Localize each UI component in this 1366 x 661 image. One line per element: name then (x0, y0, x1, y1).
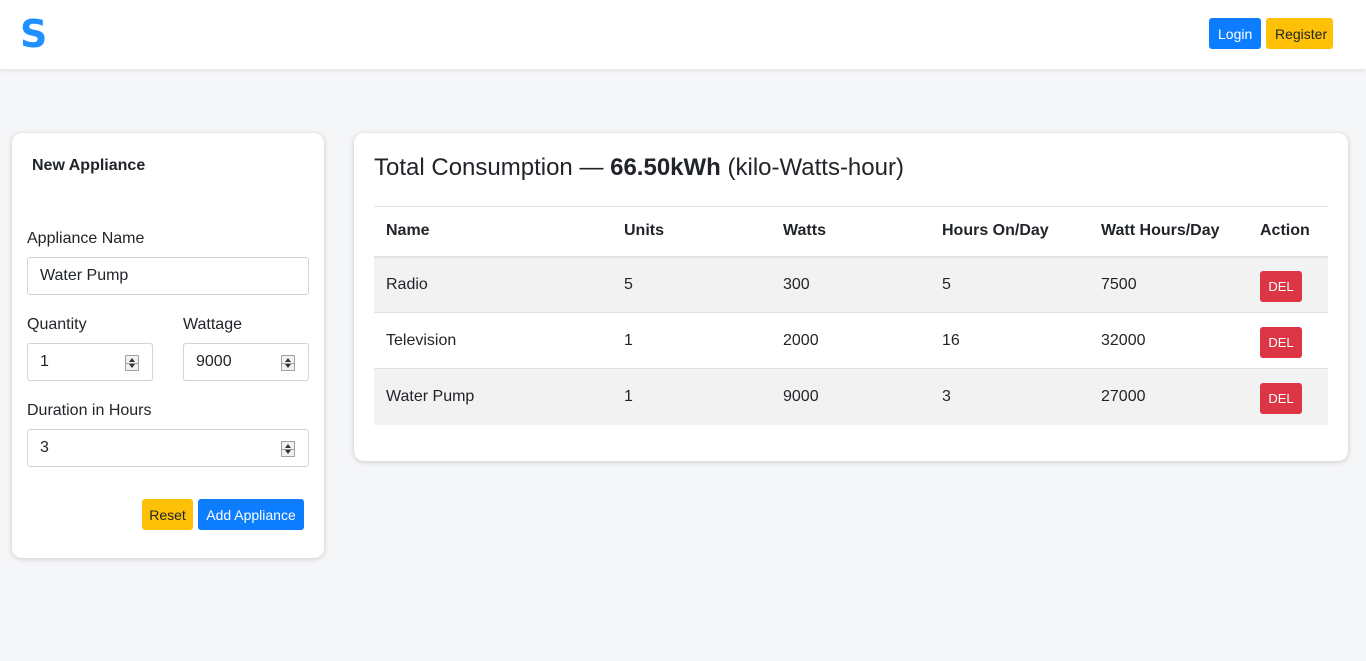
register-button[interactable]: Register (1266, 18, 1333, 49)
wattage-value: 9000 (196, 353, 232, 370)
wattage-input[interactable]: 9000 (183, 343, 309, 381)
duration-label: Duration in Hours (27, 402, 152, 419)
cell-watt-hours: 27000 (1089, 368, 1248, 425)
wattage-label: Wattage (183, 316, 242, 333)
appliance-name-label: Appliance Name (27, 230, 145, 247)
wattage-spinner-icon[interactable] (281, 355, 295, 371)
table-row: Water Pump 1 9000 3 27000 DEL (374, 368, 1328, 425)
column-header-hours: Hours On/Day (930, 206, 1089, 258)
cell-hours: 3 (930, 368, 1089, 425)
cell-units: 5 (612, 256, 771, 313)
cell-watt-hours: 32000 (1089, 312, 1248, 369)
card-title: New Appliance (32, 157, 146, 174)
cell-watts: 9000 (771, 368, 930, 425)
navbar: S Login Register (0, 0, 1366, 69)
cell-name: Radio (374, 256, 612, 313)
add-appliance-button[interactable]: Add Appliance (198, 499, 304, 530)
consumption-card: Total Consumption — 66.50kWh (kilo-Watts… (354, 133, 1348, 461)
cell-units: 1 (612, 368, 771, 425)
column-header-watt-hours: Watt Hours/Day (1089, 206, 1248, 258)
duration-input[interactable]: 3 (27, 429, 309, 467)
cell-hours: 5 (930, 256, 1089, 313)
quantity-value: 1 (40, 353, 49, 370)
column-header-action: Action (1248, 206, 1328, 258)
cell-name: Water Pump (374, 368, 612, 425)
cell-hours: 16 (930, 312, 1089, 369)
quantity-spinner-icon[interactable] (125, 355, 139, 371)
delete-button[interactable]: DEL (1260, 327, 1302, 358)
summary-suffix: (kilo-Watts-hour) (720, 154, 904, 181)
quantity-input[interactable]: 1 (27, 343, 153, 381)
cell-action: DEL (1248, 312, 1328, 369)
duration-value: 3 (40, 439, 49, 456)
delete-button[interactable]: DEL (1260, 383, 1302, 415)
table-row: Radio 5 300 5 7500 DEL (374, 256, 1328, 313)
appliance-table: Name Units Watts Hours On/Day Watt Hours… (374, 206, 1328, 425)
column-header-units: Units (612, 206, 771, 258)
total-consumption-value: 66.50kWh (610, 154, 721, 181)
reset-button[interactable]: Reset (142, 499, 193, 530)
column-header-watts: Watts (771, 206, 930, 258)
cell-watts: 2000 (771, 312, 930, 369)
summary-prefix: Total Consumption — (374, 154, 611, 181)
table-header-row: Name Units Watts Hours On/Day Watt Hours… (374, 206, 1328, 258)
cell-action: DEL (1248, 256, 1328, 313)
appliance-name-input[interactable]: Water Pump (27, 257, 309, 295)
new-appliance-card: New Appliance Appliance Name Water Pump … (12, 133, 324, 558)
total-consumption-heading: Total Consumption — 66.50kWh (kilo-Watts… (374, 154, 904, 182)
delete-button[interactable]: DEL (1260, 271, 1302, 303)
cell-units: 1 (612, 312, 771, 369)
login-button[interactable]: Login (1209, 18, 1261, 49)
cell-watt-hours: 7500 (1089, 256, 1248, 313)
duration-spinner-icon[interactable] (281, 441, 295, 457)
cell-action: DEL (1248, 368, 1328, 425)
cell-watts: 300 (771, 256, 930, 313)
appliance-name-value: Water Pump (40, 267, 129, 284)
app-logo[interactable]: S (20, 12, 47, 56)
quantity-label: Quantity (27, 316, 87, 333)
table-row: Television 1 2000 16 32000 DEL (374, 312, 1328, 369)
cell-name: Television (374, 312, 612, 369)
column-header-name: Name (374, 206, 612, 258)
